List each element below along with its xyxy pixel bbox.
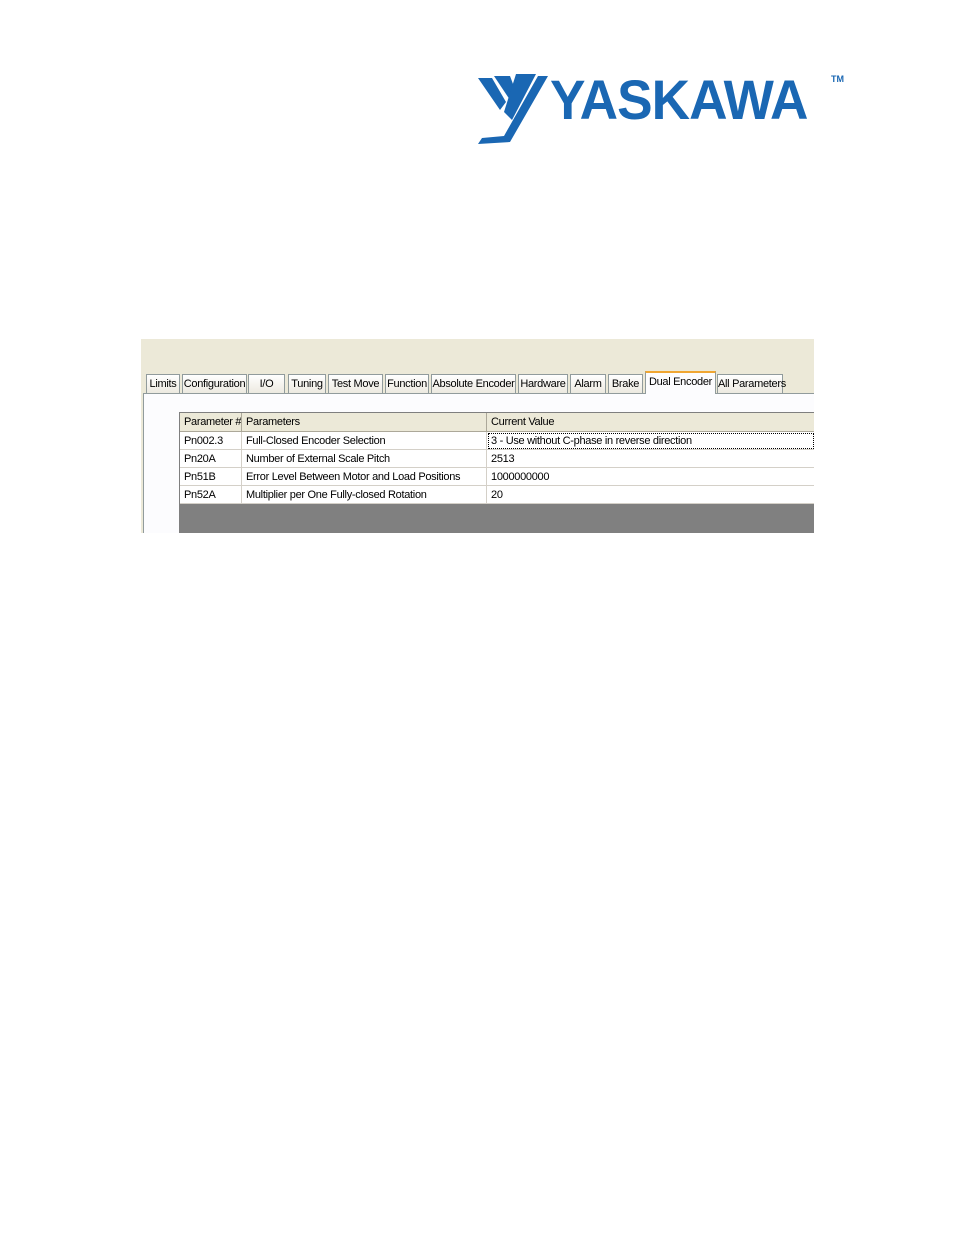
current-value-cell[interactable]: 2513 <box>487 450 814 468</box>
param-name-cell: Full-Closed Encoder Selection <box>242 432 487 450</box>
tab-absolute-encoder[interactable]: Absolute Encoder <box>431 374 516 393</box>
current-value-cell[interactable]: 20 <box>487 486 814 504</box>
tab-brake[interactable]: Brake <box>608 374 643 393</box>
table-row[interactable]: Pn002.3 Full-Closed Encoder Selection 3 … <box>180 432 814 450</box>
logo-wordmark: YASKAWA <box>550 68 808 131</box>
tab-dual-encoder[interactable]: Dual Encoder <box>645 371 716 394</box>
tab-io[interactable]: I/O <box>248 374 285 393</box>
param-name-cell: Error Level Between Motor and Load Posit… <box>242 468 487 486</box>
param-number-cell: Pn51B <box>180 468 242 486</box>
yaskawa-swoosh-icon <box>478 74 548 144</box>
current-value-cell[interactable]: 1000000000 <box>487 468 814 486</box>
parameter-window: Limits Configuration I/O Tuning Test Mov… <box>141 339 814 533</box>
tab-hardware[interactable]: Hardware <box>518 374 568 393</box>
param-number-cell: Pn002.3 <box>180 432 242 450</box>
tab-tuning[interactable]: Tuning <box>288 374 326 393</box>
yaskawa-logo: YASKAWA TM <box>476 70 846 150</box>
table-row[interactable]: Pn51B Error Level Between Motor and Load… <box>180 468 814 486</box>
tab-limits[interactable]: Limits <box>146 374 180 393</box>
parameter-grid: Parameter # Parameters Current Value Pn0… <box>179 412 814 533</box>
table-row[interactable]: Pn20A Number of External Scale Pitch 251… <box>180 450 814 468</box>
tab-function[interactable]: Function <box>385 374 429 393</box>
tab-strip: Limits Configuration I/O Tuning Test Mov… <box>141 371 814 394</box>
param-name-cell: Number of External Scale Pitch <box>242 450 487 468</box>
table-row[interactable]: Pn52A Multiplier per One Fully-closed Ro… <box>180 486 814 504</box>
trademark-mark: TM <box>831 74 844 84</box>
grid-header: Parameter # Parameters Current Value <box>180 413 814 432</box>
tab-configuration[interactable]: Configuration <box>182 374 247 393</box>
param-number-cell: Pn20A <box>180 450 242 468</box>
column-header-parameter-number[interactable]: Parameter # <box>180 413 242 432</box>
tab-all-parameters[interactable]: All Parameters <box>717 374 786 393</box>
current-value-cell[interactable]: 3 - Use without C-phase in reverse direc… <box>487 432 814 450</box>
column-header-parameters[interactable]: Parameters <box>242 413 487 432</box>
column-header-current-value[interactable]: Current Value <box>487 413 814 432</box>
param-name-cell: Multiplier per One Fully-closed Rotation <box>242 486 487 504</box>
param-number-cell: Pn52A <box>180 486 242 504</box>
tab-test-move[interactable]: Test Move <box>328 374 383 393</box>
tab-alarm[interactable]: Alarm <box>570 374 606 393</box>
